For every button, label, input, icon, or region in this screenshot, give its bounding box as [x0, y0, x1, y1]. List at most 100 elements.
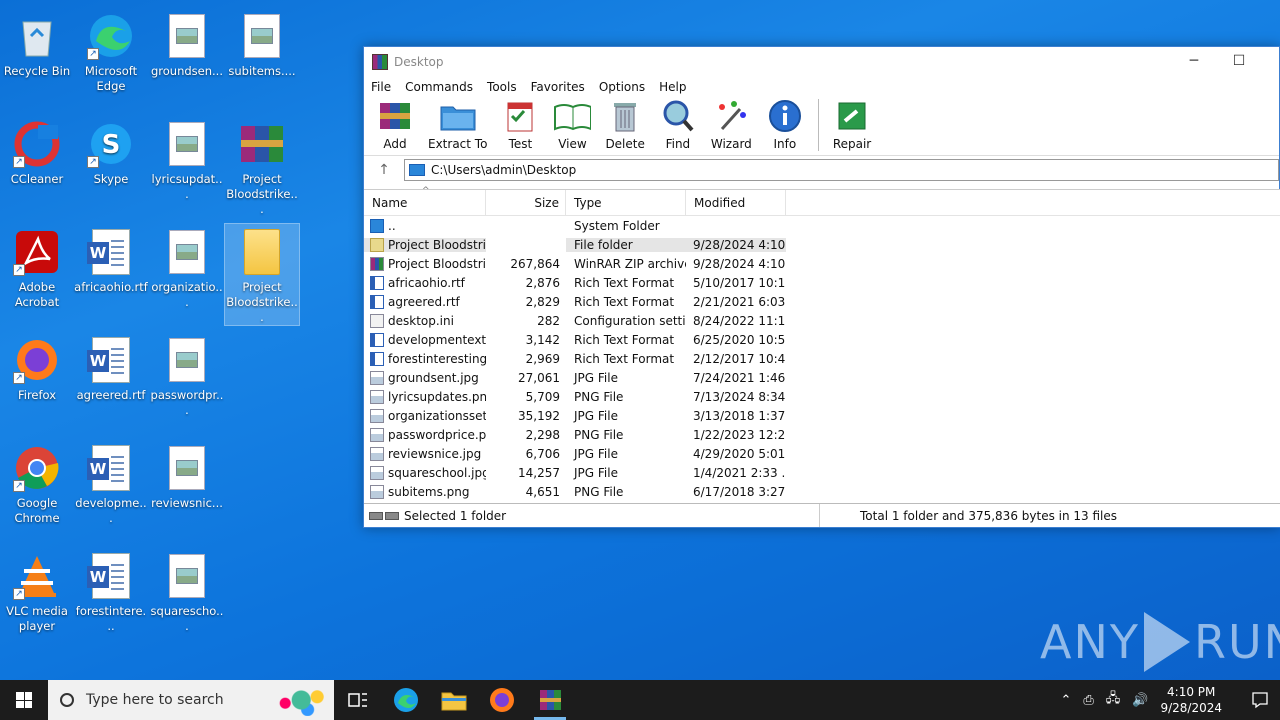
info-button[interactable]: Info [766, 99, 804, 151]
desktop-icon-3[interactable]: groundsen... [150, 8, 224, 79]
wizard-button[interactable]: Wizard [711, 99, 752, 151]
desktop-icon-label: lyricsupdat... [151, 172, 223, 201]
menu-options[interactable]: Options [599, 80, 645, 94]
firefox-icon: ↗ [13, 336, 61, 384]
table-row[interactable]: forestinteresting... 2,969 Rich Text Forma… [364, 349, 1280, 368]
desktop-icon-label: Recycle Bin [3, 64, 71, 78]
address-field[interactable]: C:\Users\admin\Desktop [404, 158, 1279, 181]
desktop-icon-label: Firefox [17, 388, 57, 402]
desktop-icon-label: squarescho... [150, 604, 224, 633]
taskbar-file-explorer[interactable] [430, 680, 478, 720]
desktop-icon-8[interactable]: Project Bloodstrike... [225, 116, 299, 217]
magnifier-icon [659, 99, 697, 133]
task-view-icon [348, 693, 367, 707]
desktop-icon-21[interactable]: squarescho... [150, 548, 224, 634]
shortcut-arrow-icon: ↗ [13, 372, 25, 384]
view-button[interactable]: View [553, 99, 592, 151]
menu-bar: File Commands Tools Favorites Options He… [364, 77, 1279, 97]
notification-button[interactable] [1240, 680, 1280, 720]
menu-help[interactable]: Help [659, 80, 686, 94]
menu-commands[interactable]: Commands [405, 80, 473, 94]
menu-favorites[interactable]: Favorites [531, 80, 585, 94]
device-icon[interactable]: ⎙ [1083, 693, 1093, 708]
desktop-icon-13[interactable]: ↗ Firefox [0, 332, 74, 403]
desktop-icon-10[interactable]: Wafricaohio.rtf [74, 224, 148, 295]
file-size: 282 [537, 313, 560, 328]
chevron-up-icon[interactable]: ⌃ [1060, 693, 1071, 708]
column-size[interactable]: Size [486, 190, 566, 215]
acrobat-icon: ↗ [13, 228, 61, 276]
desktop-icon-20[interactable]: Wforestintere... [74, 548, 148, 634]
desktop-icon-16[interactable]: ↗ Google Chrome [0, 440, 74, 526]
taskbar-search[interactable]: Type here to search [48, 680, 334, 720]
up-arrow-icon[interactable]: ↑ [364, 162, 404, 178]
start-button[interactable] [0, 680, 48, 720]
table-row[interactable]: desktop.ini 282 Configuration setti... 8/24… [364, 311, 1280, 330]
find-button[interactable]: Find [659, 99, 697, 151]
taskbar-winrar[interactable] [526, 680, 574, 720]
img-file-icon [370, 389, 384, 404]
desktop-icon-14[interactable]: Wagreered.rtf [74, 332, 148, 403]
table-row[interactable]: africaohio.rtf 2,876 Rich Text Format 5/10/… [364, 273, 1280, 292]
desktop-icon-15[interactable]: passwordpr... [150, 332, 224, 418]
table-row[interactable]: .. System Folder [364, 216, 1280, 235]
desktop-icon-2[interactable]: ↗ Microsoft Edge [74, 8, 148, 94]
desktop-icon-1[interactable]: Recycle Bin [0, 8, 74, 79]
table-row[interactable]: developmentext... 3,142 Rich Text Format 6/… [364, 330, 1280, 349]
desktop-icon-11[interactable]: organizatio... [150, 224, 224, 310]
desktop-icon-5[interactable]: ↗ CCleaner [0, 116, 74, 187]
chrome-icon: ↗ [13, 444, 61, 492]
test-button[interactable]: Test [501, 99, 539, 151]
column-type[interactable]: Type [566, 190, 686, 215]
recycle-bin-icon [13, 12, 61, 60]
status-total: Total 1 folder and 375,836 bytes in 13 f… [860, 508, 1118, 523]
column-modified[interactable]: Modified [686, 190, 786, 215]
repair-button[interactable]: Repair [833, 99, 871, 151]
desktop-icon-label: Google Chrome [14, 496, 60, 525]
extract-to-button[interactable]: Extract To [428, 99, 487, 151]
desktop-icon-4[interactable]: subitems.... [225, 8, 299, 79]
desktop-icon-19[interactable]: ↗ VLC media player [0, 548, 74, 634]
title-bar[interactable]: Desktop ─ ☐ [364, 47, 1279, 77]
file-name: squareschool.jpg [388, 465, 486, 480]
table-row[interactable]: reviewsnice.jpg 6,706 JPG File 4/29/2020 5:… [364, 444, 1280, 463]
desktop-icon-12[interactable]: Project Bloodstrike... [224, 223, 300, 326]
table-row[interactable]: lyricsupdates.png 5,709 PNG File 7/13/2024 … [364, 387, 1280, 406]
table-row[interactable]: Project Bloodstri... 267,864 WinRAR ZIP ar… [364, 254, 1280, 273]
table-row[interactable]: subitems.png 4,651 PNG File 6/17/2018 3:27 … [364, 482, 1280, 501]
test-clipboard-icon [501, 99, 539, 133]
network-icon[interactable]: 🖧 [1106, 689, 1121, 711]
desktop-icon-18[interactable]: reviewsnic... [150, 440, 224, 511]
menu-file[interactable]: File [371, 80, 391, 94]
toolbar: Add Extract To Test View Delete Find Wiz… [364, 97, 1279, 155]
delete-button[interactable]: Delete [605, 99, 645, 151]
maximize-button[interactable]: ☐ [1224, 53, 1254, 69]
desktop-icon-7[interactable]: lyricsupdat... [150, 116, 224, 202]
address-text: C:\Users\admin\Desktop [431, 162, 577, 177]
clock[interactable]: 4:10 PM 9/28/2024 [1160, 684, 1222, 716]
table-row[interactable]: passwordprice.p... 2,298 PNG File 1/22/2023… [364, 425, 1280, 444]
file-type: JPG File [574, 408, 618, 423]
desktop-icon-label: Skype [93, 172, 129, 186]
table-row[interactable]: agreered.rtf 2,829 Rich Text Format 2/21/20… [364, 292, 1280, 311]
desktop-icon-17[interactable]: Wdevelopme... [74, 440, 148, 526]
taskbar-edge[interactable] [382, 680, 430, 720]
rtf-file-icon [370, 332, 384, 347]
table-row[interactable]: Project Bloodstri... File folder9/28/2024… [364, 235, 1280, 254]
table-row[interactable]: squareschool.jpg 14,257 JPG File 1/4/2021 2… [364, 463, 1280, 482]
taskbar-firefox[interactable] [478, 680, 526, 720]
volume-icon[interactable]: 🔊 [1132, 693, 1148, 708]
task-view-button[interactable] [334, 680, 382, 720]
table-row[interactable]: groundsent.jpg 27,061 JPG File 7/24/2021 1:… [364, 368, 1280, 387]
minimize-button[interactable]: ─ [1179, 53, 1209, 69]
menu-tools[interactable]: Tools [487, 80, 517, 94]
table-row[interactable]: organizationsset... 35,192 JPG File 3/13/20… [364, 406, 1280, 425]
img-file-icon [370, 446, 384, 461]
desktop-icon-6[interactable]: S ↗ Skype [74, 116, 148, 187]
add-button[interactable]: Add [376, 99, 414, 151]
desktop-icon-9[interactable]: ↗ Adobe Acrobat [0, 224, 74, 310]
file-type: Rich Text Format [574, 275, 675, 290]
image-file-icon [163, 228, 211, 276]
drive-icon[interactable] [364, 511, 404, 520]
winrar-icon [540, 690, 561, 710]
